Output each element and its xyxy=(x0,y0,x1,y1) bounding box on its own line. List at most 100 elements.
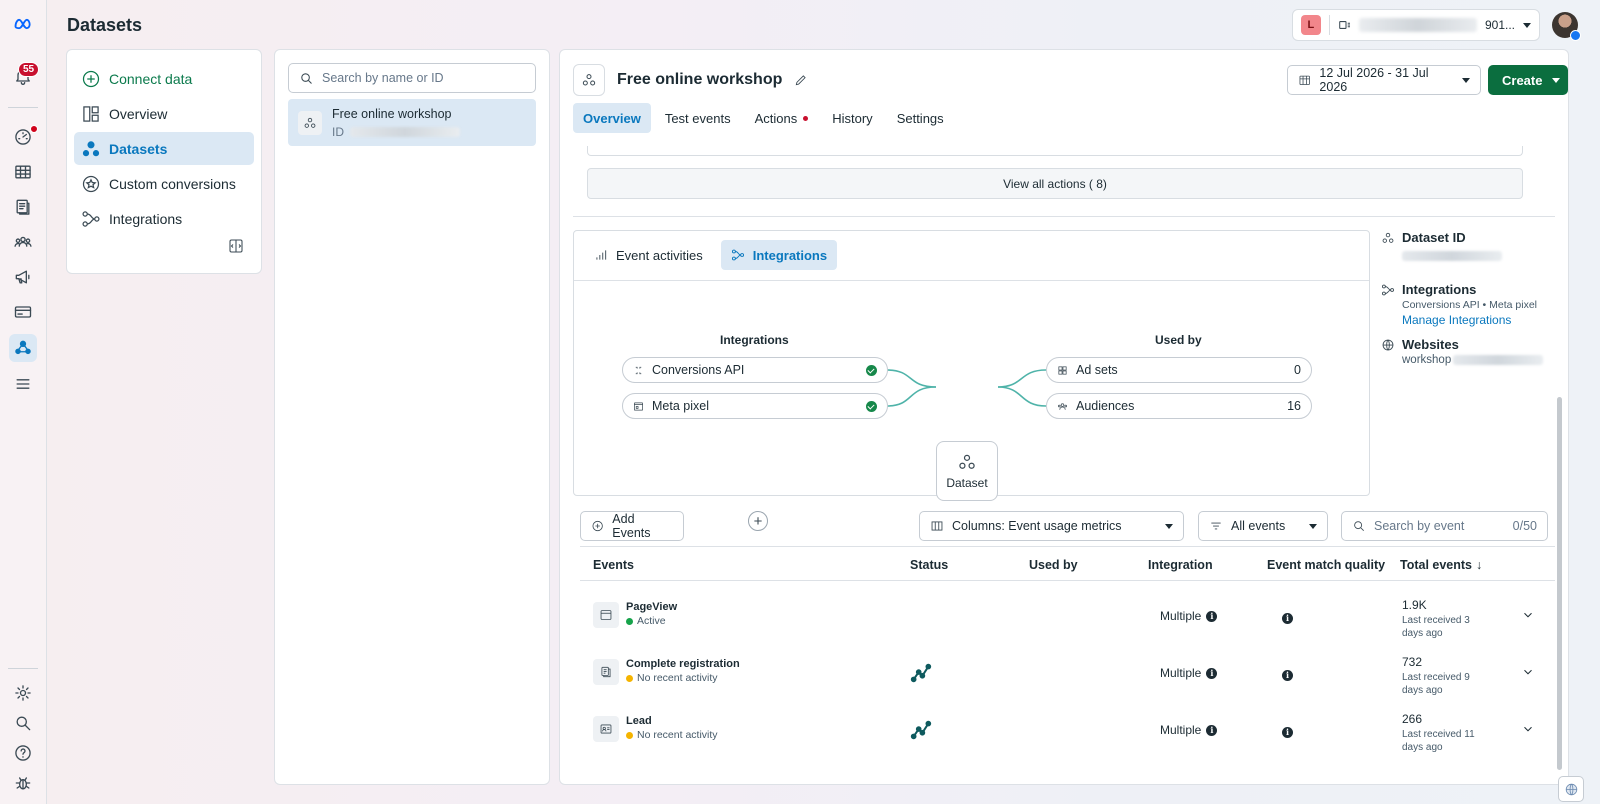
pixel-browser-icon xyxy=(634,401,643,411)
nav-datasets[interactable]: Datasets xyxy=(74,132,254,165)
dataset-list-item[interactable]: Free online workshop ID xyxy=(288,99,536,146)
pages-icon[interactable] xyxy=(9,193,37,221)
integrations-column-title: Integrations xyxy=(720,333,789,347)
event-filter-dropdown[interactable]: All events xyxy=(1198,511,1328,541)
edit-pencil-icon[interactable] xyxy=(794,73,808,87)
tab-actions[interactable]: Actions xyxy=(745,103,819,133)
event-search-input[interactable]: Search by event 0/50 xyxy=(1341,511,1548,541)
integration-conversions-api[interactable]: Conversions API xyxy=(622,357,888,383)
websites-title: Websites xyxy=(1402,337,1459,352)
menu-icon[interactable] xyxy=(9,370,37,398)
tab-integrations[interactable]: Integrations xyxy=(720,240,838,270)
chevron-down-icon[interactable] xyxy=(1521,608,1535,622)
add-circle-icon xyxy=(592,520,603,532)
last-received: Last received 11 days ago xyxy=(1402,729,1475,753)
tab-event-activities[interactable]: Event activities xyxy=(584,240,713,270)
create-button[interactable]: Create xyxy=(1488,65,1568,95)
table-icon[interactable] xyxy=(9,158,37,186)
nav-label: Datasets xyxy=(109,140,168,157)
info-icon[interactable]: i xyxy=(1282,612,1293,624)
help-icon[interactable] xyxy=(9,739,37,767)
integration-value: Multiple xyxy=(1160,666,1202,680)
total-events-value: 732 xyxy=(1402,655,1423,669)
account-avatar: L xyxy=(1301,15,1321,35)
add-events-label: Add Events xyxy=(612,512,651,540)
search-icon[interactable] xyxy=(9,709,37,737)
column-header-status[interactable]: Status xyxy=(910,558,948,572)
account-divider xyxy=(1328,15,1330,35)
billing-card-icon[interactable] xyxy=(9,298,37,326)
date-range-picker[interactable]: 12 Jul 2026 - 31 Jul 2026 xyxy=(1287,65,1481,95)
info-icon[interactable]: i xyxy=(1206,667,1218,679)
events-manager-icon[interactable] xyxy=(9,334,37,362)
website-redacted xyxy=(1453,355,1544,365)
add-events-button[interactable]: Add Events xyxy=(580,511,684,541)
tab-history[interactable]: History xyxy=(822,103,882,133)
total-events-value: 1.9K xyxy=(1402,598,1427,612)
column-header-integration[interactable]: Integration xyxy=(1148,558,1213,572)
user-avatar[interactable] xyxy=(1552,12,1581,41)
view-all-actions-button[interactable]: View all actions ( 8) xyxy=(587,168,1523,199)
tab-overview[interactable]: Overview xyxy=(573,103,651,133)
nav-connect-data[interactable]: Connect data xyxy=(74,62,254,95)
nav-overview[interactable]: Overview xyxy=(74,97,254,130)
table-row[interactable]: Lead No recent activity Multiple i i 266 L… xyxy=(580,703,1555,760)
info-icon[interactable]: i xyxy=(1282,726,1293,738)
column-header-total-events[interactable]: Total events ↓ xyxy=(1400,558,1482,572)
info-icon[interactable]: i xyxy=(1206,610,1218,622)
chevron-down-icon[interactable] xyxy=(1521,722,1535,736)
last-received: Last received 9 days ago xyxy=(1402,672,1470,696)
browser-window-icon xyxy=(593,602,619,628)
used-by-audiences[interactable]: Audiences 16 xyxy=(1046,393,1312,419)
event-name: PageView xyxy=(626,601,678,613)
column-header-used-by[interactable]: Used by xyxy=(1029,558,1078,572)
event-name: Complete registration xyxy=(626,658,740,670)
column-header-events[interactable]: Events xyxy=(593,558,634,572)
website-value: workshop xyxy=(1402,354,1452,366)
bug-report-icon[interactable] xyxy=(9,769,37,797)
event-search-placeholder: Search by event xyxy=(1374,519,1465,533)
language-globe-icon[interactable] xyxy=(1558,776,1584,802)
audience-icon[interactable] xyxy=(9,228,37,256)
dataset-icon xyxy=(573,64,605,96)
chevron-down-icon[interactable] xyxy=(1521,665,1535,679)
nav-label: Integrations xyxy=(109,210,183,227)
meta-logo-icon[interactable] xyxy=(9,10,37,38)
tab-test-events[interactable]: Test events xyxy=(655,103,741,133)
total-events-value: 266 xyxy=(1402,712,1423,726)
used-by-count: 16 xyxy=(1287,399,1301,413)
dataset-search-input[interactable]: Search by name or ID xyxy=(288,63,536,93)
nav-integrations[interactable]: Integrations xyxy=(74,202,254,235)
dataset-node-label: Dataset xyxy=(946,476,988,490)
tab-settings[interactable]: Settings xyxy=(887,103,954,133)
account-name-redacted xyxy=(1359,18,1477,32)
ad-sets-grid-icon xyxy=(1058,365,1067,375)
columns-value: Columns: Event usage metrics xyxy=(952,519,1122,533)
integration-meta-pixel[interactable]: Meta pixel xyxy=(622,393,888,419)
add-integration-button[interactable]: + xyxy=(748,511,768,531)
calendar-icon xyxy=(1299,75,1310,85)
nav-custom-conversions[interactable]: Custom conversions xyxy=(74,167,254,200)
account-switcher[interactable]: L 901... xyxy=(1292,9,1540,41)
info-icon[interactable]: i xyxy=(1206,724,1218,736)
rail-divider xyxy=(8,107,38,108)
megaphone-icon[interactable] xyxy=(9,263,37,291)
manage-integrations-link[interactable]: Manage Integrations xyxy=(1402,313,1551,327)
info-icon[interactable]: i xyxy=(1282,669,1293,681)
main-scrollbar[interactable] xyxy=(1557,397,1562,770)
settings-gear-icon[interactable] xyxy=(9,679,37,707)
contact-card-icon xyxy=(593,716,619,742)
table-row[interactable]: Complete registration No recent activity… xyxy=(580,646,1555,703)
columns-dropdown[interactable]: Columns: Event usage metrics xyxy=(919,511,1184,541)
ad-account-icon xyxy=(1338,21,1350,29)
overview-scroll-area[interactable]: View all actions ( 8) Event activities I… xyxy=(573,146,1555,784)
table-row[interactable]: PageView Active Multiple i i 1.9K Last rec… xyxy=(580,589,1555,646)
collapse-panel-icon[interactable] xyxy=(227,237,245,255)
integration-value: Multiple xyxy=(1160,609,1202,623)
section-divider xyxy=(573,216,1555,217)
api-icon xyxy=(635,366,642,374)
used-by-ad-sets[interactable]: Ad sets 0 xyxy=(1046,357,1312,383)
event-status: No recent activity xyxy=(637,672,718,684)
column-header-event-match-quality[interactable]: Event match quality xyxy=(1267,558,1385,572)
integrations-icon xyxy=(1382,284,1394,295)
